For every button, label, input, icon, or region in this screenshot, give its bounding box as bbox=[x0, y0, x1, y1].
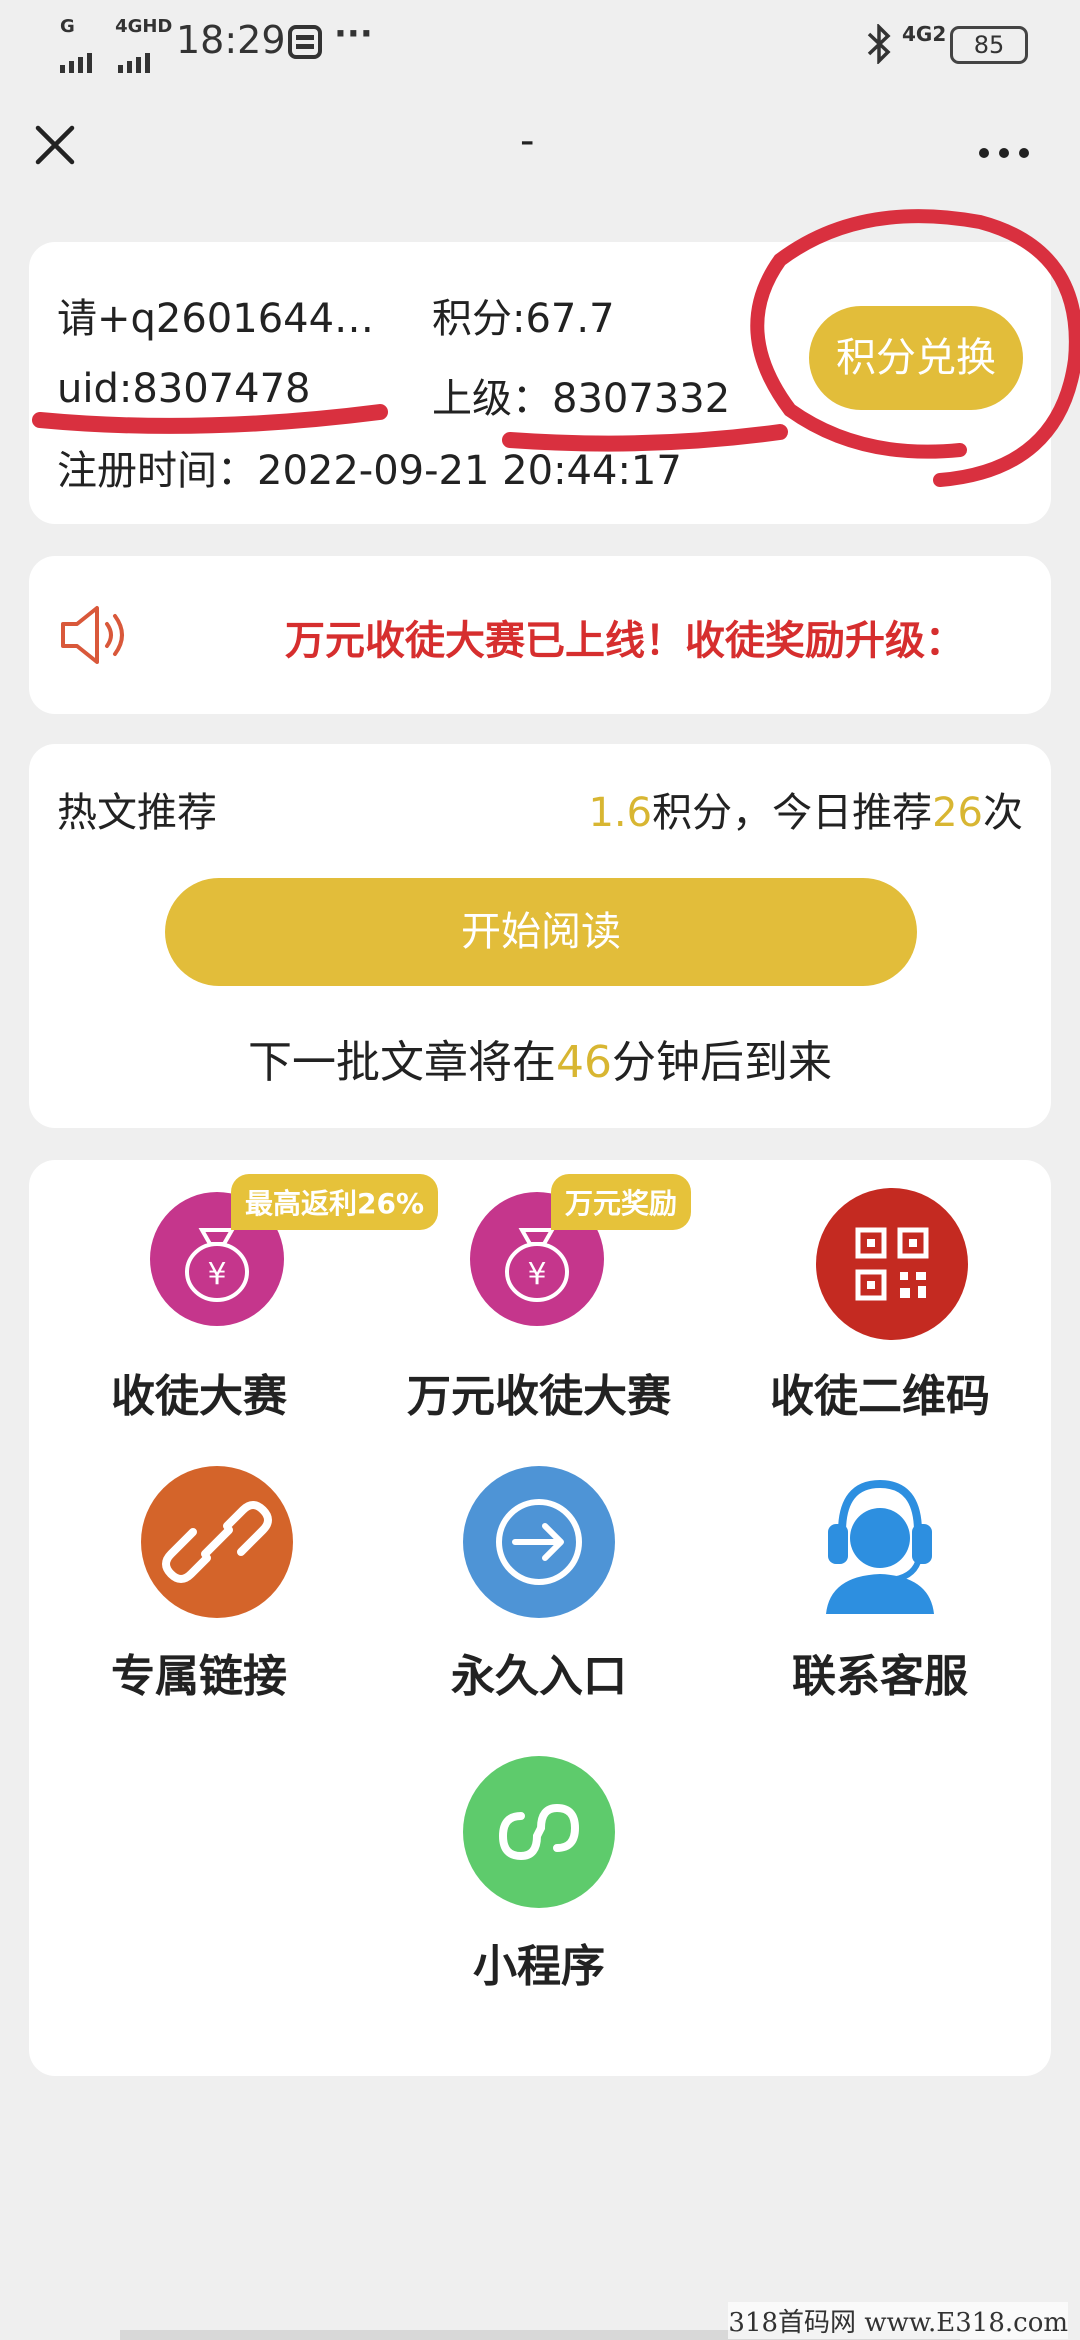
grid-label: 永久入口 bbox=[451, 1651, 627, 1702]
watermark: 318首码网 www.E318.com bbox=[728, 2302, 1068, 2339]
grid-item-recruit-qrcode[interactable]: 收徒二维码 bbox=[709, 1160, 1051, 1450]
next-batch-text: 下一批文章将在46分钟后到来 bbox=[248, 1037, 832, 1088]
speaker-icon bbox=[57, 602, 127, 672]
grid-label: 专属链接 bbox=[111, 1651, 287, 1702]
function-grid-card: ¥ 最高返利26% 收徒大赛 ¥ 万元奖励 万元收徒大赛 收徒二维码 专属链接 … bbox=[29, 1160, 1051, 2076]
grid-badge: 万元奖励 bbox=[551, 1174, 692, 1230]
grid-label: 收徒二维码 bbox=[770, 1371, 990, 1422]
grid-label: 收徒大赛 bbox=[111, 1371, 287, 1422]
enter-arrow-icon bbox=[463, 1466, 615, 1618]
grid-item-mini-program[interactable]: 小程序 bbox=[369, 1740, 709, 2030]
svg-text:¥: ¥ bbox=[527, 1257, 546, 1292]
grid-item-big-recruit-contest[interactable]: ¥ 万元奖励 万元收徒大赛 bbox=[369, 1160, 709, 1450]
reading-card: 热文推荐 1.6积分，今日推荐26次 开始阅读 下一批文章将在46分钟后到来 bbox=[29, 744, 1051, 1128]
start-reading-button[interactable]: 开始阅读 bbox=[165, 878, 917, 986]
grid-item-recruit-contest[interactable]: ¥ 最高返利26% 收徒大赛 bbox=[29, 1160, 439, 1450]
grid-label: 小程序 bbox=[473, 1941, 605, 1992]
reading-stats: 1.6积分，今日推荐26次 bbox=[588, 790, 1023, 836]
grid-label: 联系客服 bbox=[792, 1651, 968, 1702]
notice-card[interactable]: 万元收徒大赛已上线！收徒奖励升级： bbox=[29, 556, 1051, 714]
notice-text: 万元收徒大赛已上线！收徒奖励升级： bbox=[285, 618, 965, 664]
grid-item-permanent-entry[interactable]: 永久入口 bbox=[369, 1450, 709, 1740]
grid-item-customer-service[interactable]: 联系客服 bbox=[709, 1450, 1051, 1740]
grid-label: 万元收徒大赛 bbox=[407, 1371, 671, 1422]
qr-code-icon bbox=[816, 1188, 968, 1340]
mini-program-icon bbox=[463, 1756, 615, 1908]
customer-service-icon bbox=[812, 1466, 948, 1618]
red-annotation bbox=[32, 209, 1080, 487]
link-icon bbox=[141, 1466, 293, 1618]
svg-text:¥: ¥ bbox=[207, 1257, 226, 1292]
grid-item-exclusive-link[interactable]: 专属链接 bbox=[29, 1450, 369, 1740]
hot-articles-title: 热文推荐 bbox=[57, 790, 217, 836]
